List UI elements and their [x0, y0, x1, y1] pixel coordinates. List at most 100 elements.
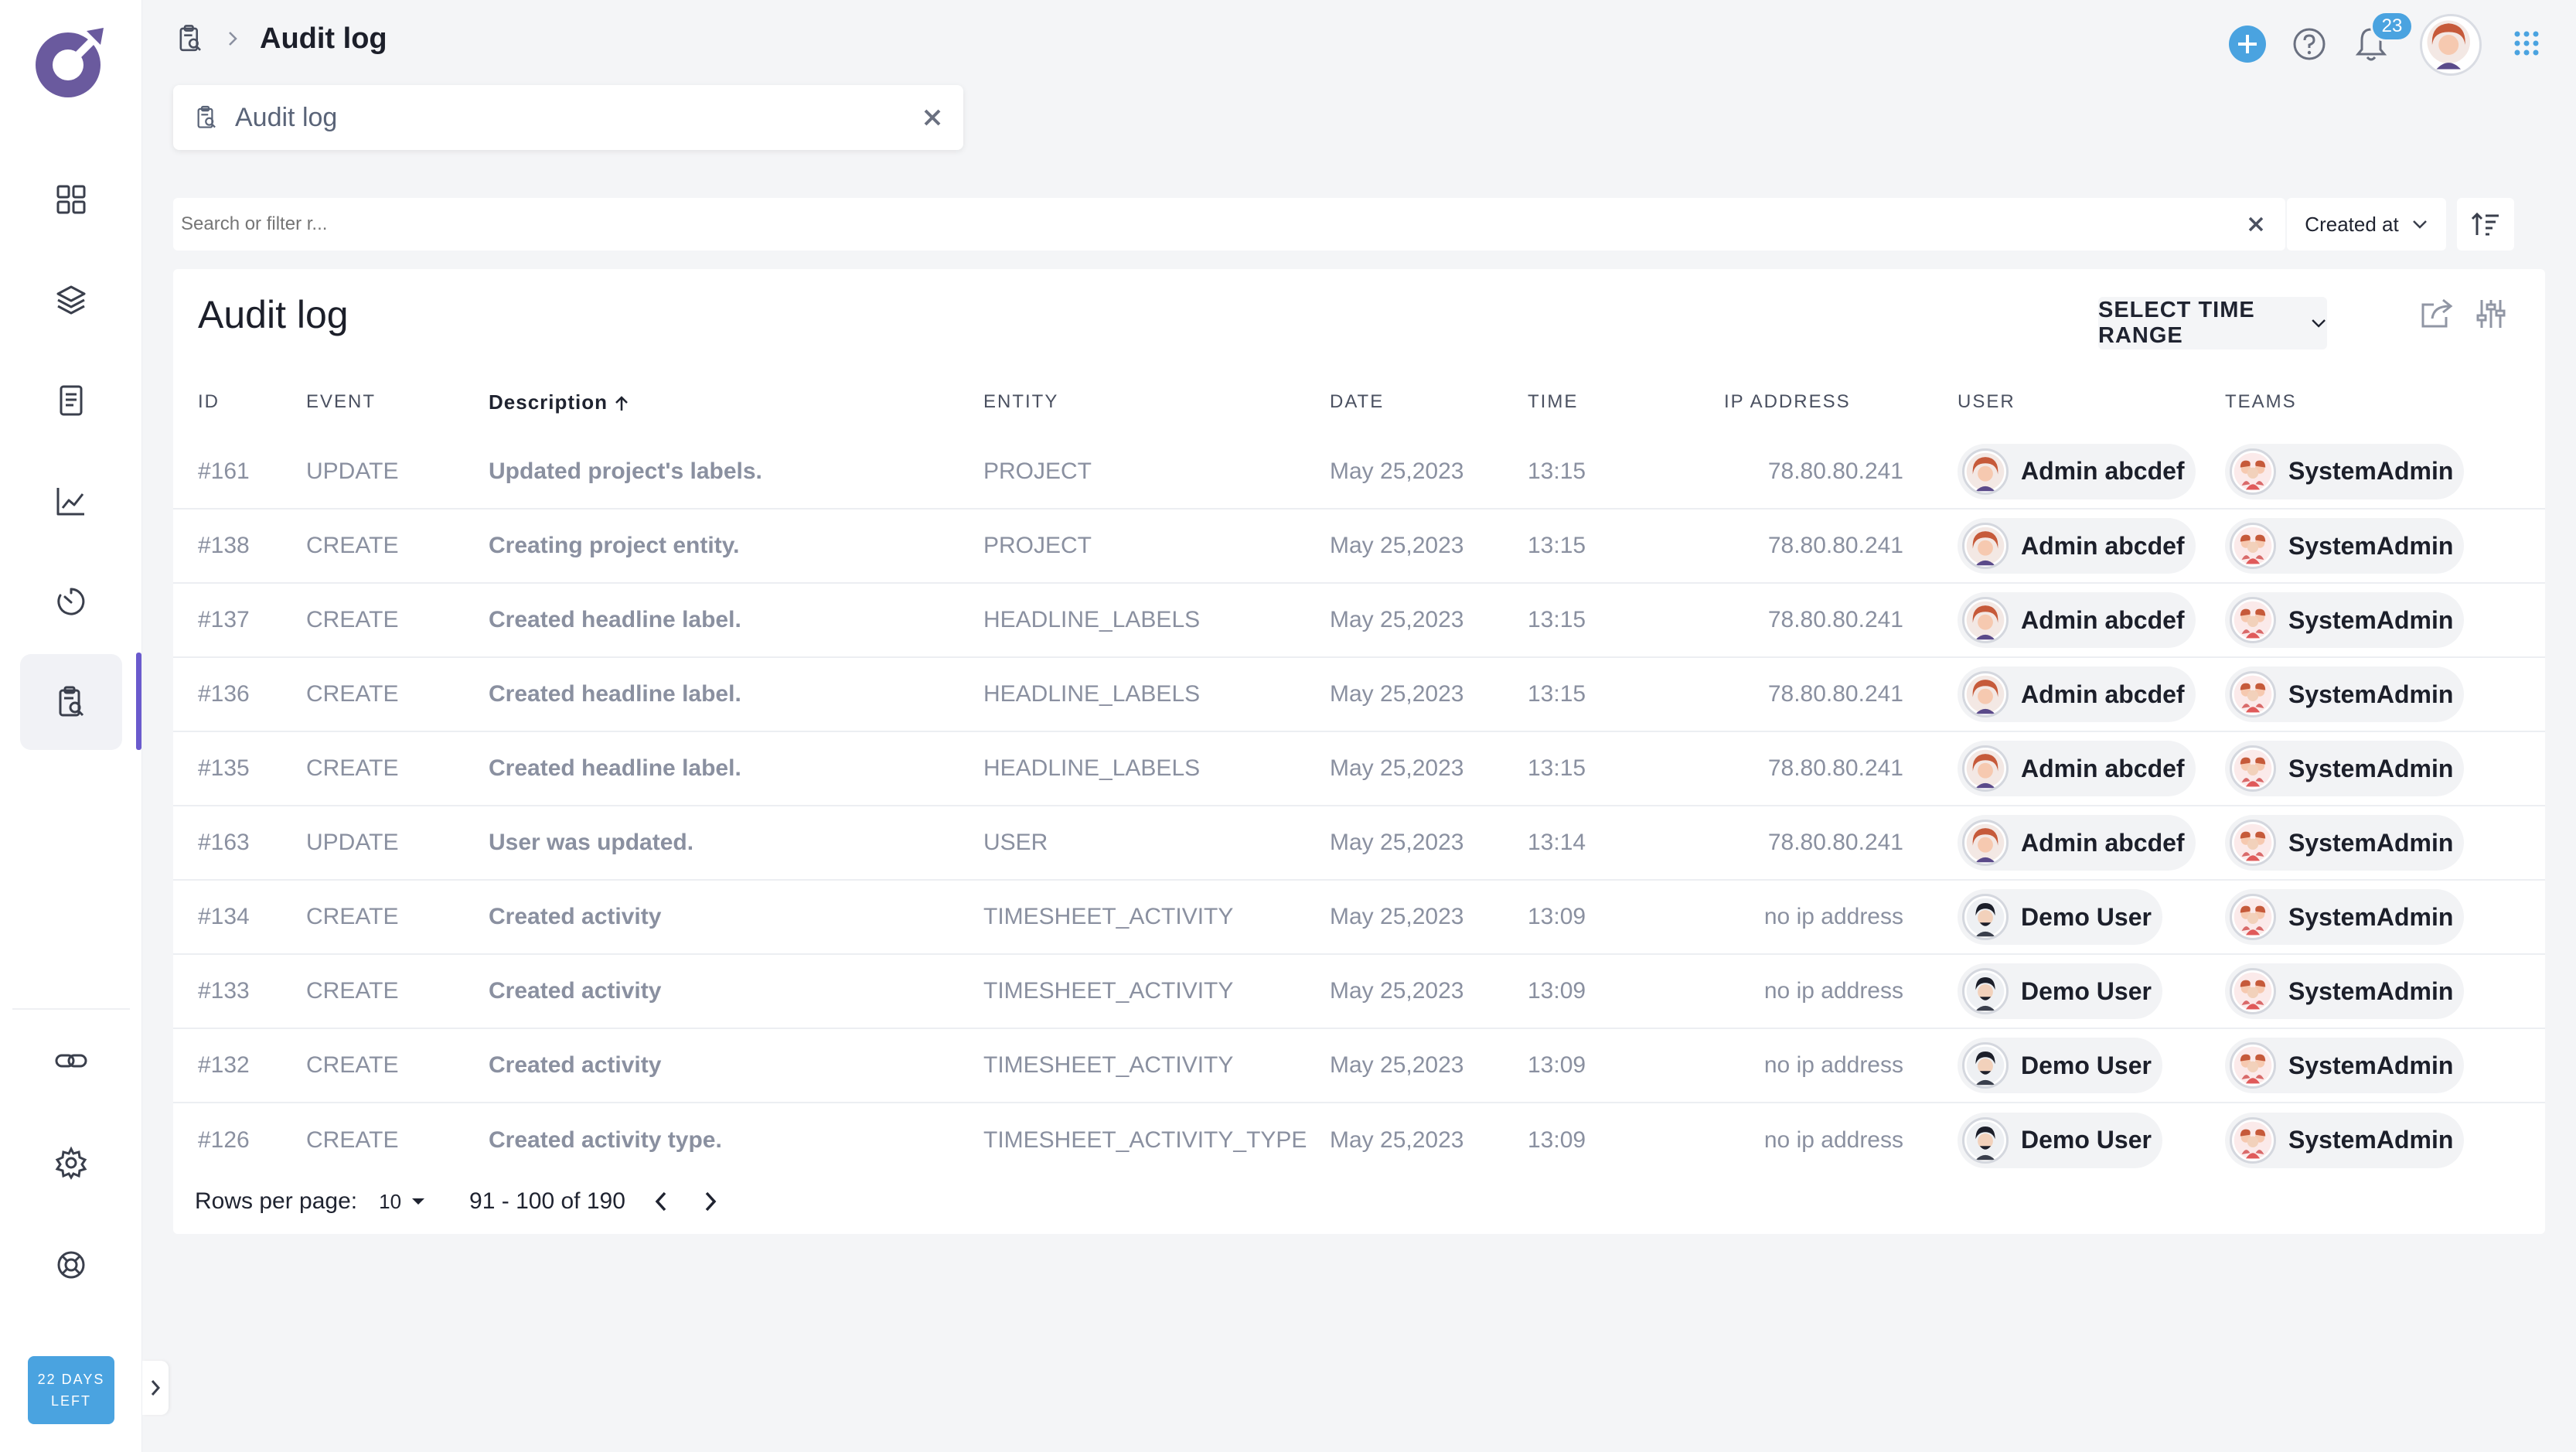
team-chip[interactable]: SystemAdmin — [2225, 592, 2465, 648]
sidebar-item-timesheet[interactable] — [20, 554, 122, 649]
team-chip[interactable]: SystemAdmin — [2225, 666, 2465, 722]
audit-clipboard-icon[interactable] — [175, 22, 206, 56]
team-chip[interactable]: SystemAdmin — [2225, 889, 2465, 945]
user-chip[interactable]: Demo User — [1958, 1038, 2162, 1093]
team-chip[interactable]: SystemAdmin — [2225, 443, 2465, 499]
column-header-id[interactable]: ID — [173, 370, 306, 435]
cell-event: UPDATE — [306, 805, 489, 880]
team-chip[interactable]: SystemAdmin — [2225, 518, 2465, 574]
cell-event: CREATE — [306, 879, 489, 954]
cell-description: Created activity — [489, 1028, 983, 1103]
sidebar-item-dashboard[interactable] — [20, 152, 122, 247]
cell-entity: PROJECT — [983, 508, 1330, 583]
user-avatar-icon — [1962, 671, 2009, 717]
column-header-description[interactable]: Description — [489, 370, 983, 435]
user-chip[interactable]: Admin abcdef — [1958, 592, 2196, 648]
sidebar-item-projects[interactable] — [20, 252, 122, 348]
table-row[interactable]: #132 CREATE Created activity TIMESHEET_ACTI… — [173, 1028, 2545, 1103]
clear-search-icon[interactable] — [2245, 213, 2267, 235]
user-chip[interactable]: Admin abcdef — [1958, 666, 2196, 722]
pagination-range: 91 - 100 of 190 — [469, 1188, 625, 1214]
table-row[interactable]: #136 CREATE Created headline label. HEADLIN… — [173, 656, 2545, 731]
user-avatar-icon — [1962, 745, 2009, 792]
team-name: SystemAdmin — [2288, 1051, 2454, 1079]
team-chip[interactable]: SystemAdmin — [2225, 963, 2465, 1019]
link-chain-icon — [55, 1054, 87, 1068]
team-name: SystemAdmin — [2288, 754, 2454, 782]
add-button[interactable] — [2228, 25, 2267, 63]
column-header-ip[interactable]: IP ADDRESS — [1724, 370, 1903, 435]
sidebar-item-audit-log[interactable] — [20, 654, 122, 750]
close-icon[interactable] — [922, 107, 943, 128]
user-name: Demo User — [2021, 902, 2152, 931]
user-chip[interactable]: Admin abcdef — [1958, 518, 2196, 574]
sort-field-select[interactable]: Created at — [2287, 198, 2446, 251]
trial-days-left-badge[interactable]: 22 DAYS LEFT — [28, 1356, 114, 1424]
user-chip[interactable]: Demo User — [1958, 963, 2162, 1019]
sidebar-item-reports[interactable] — [20, 453, 122, 549]
next-page-button[interactable] — [703, 1190, 718, 1213]
page-title: Audit log — [260, 22, 387, 55]
sidebar-item-integrations[interactable] — [20, 1013, 122, 1109]
user-avatar-icon — [1962, 448, 2009, 495]
team-name: SystemAdmin — [2288, 902, 2454, 931]
previous-page-button[interactable] — [653, 1190, 669, 1213]
column-settings-button[interactable] — [2469, 292, 2513, 336]
select-time-range-button[interactable]: SELECT TIME RANGE — [2098, 297, 2327, 349]
column-header-event[interactable]: EVENT — [306, 370, 489, 435]
table-row[interactable]: #163 UPDATE User was updated. USER May 25,20… — [173, 805, 2545, 880]
team-chip[interactable]: SystemAdmin — [2225, 1038, 2465, 1093]
user-chip[interactable]: Admin abcdef — [1958, 815, 2196, 871]
column-header-teams[interactable]: TEAMS — [2225, 370, 2545, 435]
help-button[interactable] — [2290, 25, 2329, 63]
table-row[interactable]: #137 CREATE Created headline label. HEADLIN… — [173, 582, 2545, 657]
cell-team: SystemAdmin — [2225, 1102, 2545, 1177]
user-chip[interactable]: Admin abcdef — [1958, 741, 2196, 796]
table-row[interactable]: #126 CREATE Created activity type. TIMESHEE… — [173, 1102, 2545, 1177]
user-chip[interactable]: Demo User — [1958, 889, 2162, 945]
pagination: Rows per page: 10 91 - 100 of 190 — [195, 1186, 718, 1217]
sort-direction-button[interactable] — [2457, 198, 2514, 251]
cell-team: SystemAdmin — [2225, 582, 2545, 657]
sidebar-item-help[interactable] — [20, 1217, 122, 1313]
sidebar-expand-button[interactable] — [142, 1361, 169, 1415]
cell-id: #126 — [173, 1102, 306, 1177]
table-row[interactable]: #161 UPDATE Updated project's labels. PROJE… — [173, 435, 2545, 509]
app-logo-icon[interactable] — [26, 20, 113, 107]
user-avatar[interactable] — [2420, 14, 2482, 76]
rows-per-page-select[interactable]: 10 — [379, 1190, 426, 1214]
cell-time: 13:15 — [1528, 656, 1724, 731]
document-icon — [60, 385, 83, 416]
user-chip[interactable]: Demo User — [1958, 1112, 2162, 1168]
timer-icon — [57, 588, 85, 615]
column-header-user[interactable]: USER — [1903, 370, 2225, 435]
cell-time: 13:09 — [1528, 879, 1724, 954]
apps-menu-button[interactable] — [2511, 28, 2542, 59]
table-row[interactable]: #135 CREATE Created headline label. HEADLIN… — [173, 731, 2545, 806]
layers-icon — [56, 285, 86, 315]
chevron-right-icon — [705, 1191, 717, 1212]
chevron-down-icon — [2412, 220, 2427, 229]
cell-description: Updated project's labels. — [489, 458, 762, 484]
table-row[interactable]: #133 CREATE Created activity TIMESHEET_ACTI… — [173, 953, 2545, 1028]
cell-entity: HEADLINE_LABELS — [983, 582, 1330, 657]
column-header-time[interactable]: TIME — [1528, 370, 1724, 435]
team-chip[interactable]: SystemAdmin — [2225, 741, 2465, 796]
chart-line-icon — [56, 488, 84, 516]
sidebar-item-settings[interactable] — [20, 1115, 122, 1211]
table-row[interactable]: #138 CREATE Creating project entity. PROJEC… — [173, 508, 2545, 583]
column-header-entity[interactable]: ENTITY — [983, 370, 1330, 435]
team-chip[interactable]: SystemAdmin — [2225, 815, 2465, 871]
column-header-date[interactable]: DATE — [1330, 370, 1528, 435]
sidebar-item-documents[interactable] — [20, 353, 122, 448]
cell-user: Admin abcdef — [1903, 656, 2225, 731]
team-name: SystemAdmin — [2288, 680, 2454, 708]
user-chip[interactable]: Admin abcdef — [1958, 443, 2196, 499]
cell-ip-address: 78.80.80.241 — [1724, 805, 1903, 880]
search-input[interactable] — [181, 213, 2245, 235]
export-button[interactable] — [2415, 292, 2458, 336]
team-chip[interactable]: SystemAdmin — [2225, 1112, 2465, 1168]
table-row[interactable]: #134 CREATE Created activity TIMESHEET_ACTI… — [173, 879, 2545, 954]
tab-audit-log[interactable]: Audit log — [173, 85, 963, 150]
cell-date: May 25,2023 — [1330, 805, 1528, 880]
